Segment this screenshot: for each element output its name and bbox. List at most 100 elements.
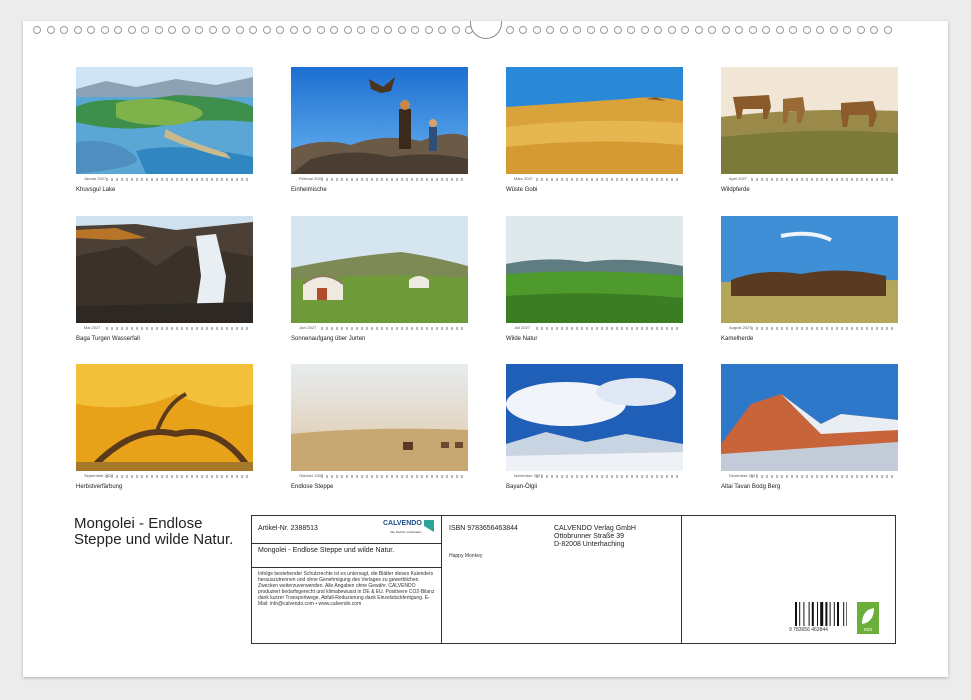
binding-ring	[708, 26, 716, 34]
binding-ring	[73, 26, 82, 34]
binding-ring	[127, 26, 136, 34]
binding-ring	[249, 26, 257, 34]
month-name: Mai 2027	[84, 325, 101, 330]
binding-ring	[208, 26, 217, 34]
calvendo-tagline: Alle Rechte vorbehalten	[390, 530, 422, 534]
month-cell-jun: Juni 2027 Sonnenaufgang über Jurten	[291, 216, 468, 342]
binding-ring	[546, 26, 554, 34]
photo-caption: Wilde Natur	[506, 336, 538, 342]
publisher-city: D-82008 Unterhaching	[554, 541, 625, 548]
month-cell-aug: August 2027 Kamelherde	[721, 216, 898, 342]
binding-ring	[316, 26, 325, 34]
binding-ring	[856, 26, 865, 34]
month-cell-apr: April 2027 Wildpferde	[721, 67, 898, 193]
month-name: März 2027	[514, 176, 533, 181]
month-cell-nov: November 2027 Bayan-Ölgii	[506, 364, 683, 490]
binding-ring	[235, 26, 244, 34]
binding-ring	[694, 26, 703, 34]
binding-ring	[627, 26, 635, 34]
month-name: Juni 2027	[299, 325, 317, 330]
month-cell-may: Mai 2027 Baga Turgen Wasserfall	[76, 216, 253, 342]
publisher-name: CALVENDO Verlag GmbH	[554, 525, 636, 532]
calvendo-logo-mark	[424, 520, 434, 532]
isbn: ISBN 9783656463844	[449, 525, 518, 532]
binding-ring	[519, 26, 527, 34]
month-cell-oct: Oktober 2027 Endlose Steppe	[291, 364, 468, 490]
binding-ring	[667, 26, 676, 34]
month-cell-jul: Juli 2027 Wilde Natur	[506, 216, 683, 342]
photo-caption: Einheimische	[291, 187, 327, 193]
photo-caption: Wildpferde	[721, 187, 750, 193]
photo-bayan-oelgii	[506, 364, 683, 471]
binding-ring	[870, 26, 878, 34]
publisher-street: Ottobrunner Straße 39	[554, 533, 625, 540]
binding-ring	[762, 26, 770, 34]
eco-leaf-icon: eco	[857, 602, 879, 634]
binding-ring	[586, 26, 595, 34]
photo-caption: Altai Tavan Bodg Berg	[721, 484, 781, 490]
month-cell-mar: März 2027 Wüste Gobi	[506, 67, 683, 193]
binding-ring	[721, 26, 730, 34]
photo-caption: Sonnenaufgang über Jurten	[291, 336, 366, 342]
binding-ring	[276, 26, 284, 34]
binding-ring	[573, 26, 581, 34]
photo-caption: Baga Turgen Wasserfall	[76, 336, 140, 342]
photo-caption: Herbstverfärbung	[76, 484, 123, 490]
photo-caption: Bayan-Ölgii	[506, 484, 538, 490]
binding-ring	[303, 26, 311, 34]
legal-text: Infolge bestehender Schutzrechte ist es …	[258, 571, 435, 607]
binding-ring	[154, 26, 163, 34]
binding-ring	[532, 26, 541, 34]
photo-kamelherde	[721, 216, 898, 323]
product-title: Mongolei - Endlose Steppe und wilde Natu…	[258, 547, 395, 554]
binding-ring	[640, 26, 649, 34]
binding-ring	[654, 26, 662, 34]
binding-ring	[802, 26, 811, 34]
binding-ring	[289, 26, 298, 34]
calendar-title: Mongolei - Endlose Steppe und wilde Natu…	[74, 515, 234, 548]
photo-caption: Kamelherde	[721, 336, 754, 342]
photo-wilde-natur	[506, 216, 683, 323]
photo-caption: Endlose Steppe	[291, 484, 334, 490]
binding-ring	[330, 26, 338, 34]
month-cell-feb: Februar 2027 Einheimische	[291, 67, 468, 193]
binding-ring	[424, 26, 433, 34]
binding-ring	[397, 26, 406, 34]
month-cell-jan: Januar 2027 Khuvsgul Lake	[76, 67, 253, 193]
photo-einheimische	[291, 67, 468, 174]
month-cell-sep: September 2027 Herbstverfärbung	[76, 364, 253, 490]
binding-ring	[451, 26, 460, 34]
binding-ring	[775, 26, 784, 34]
photo-caption: Wüste Gobi	[506, 187, 538, 193]
binding-ring	[816, 26, 824, 34]
author: Happy Monkey	[449, 553, 483, 559]
binding-ring	[411, 26, 419, 34]
binding-ring	[33, 26, 41, 34]
photo-wueste-gobi	[506, 67, 683, 174]
barcode-number: 9 783656 463844	[789, 627, 828, 633]
month-name: August 2027	[729, 325, 752, 330]
binding-ring	[141, 26, 149, 34]
binding-ring	[559, 26, 568, 34]
binding-ring	[343, 26, 352, 34]
photo-endlose-steppe	[291, 364, 468, 471]
photo-herbstverfaerbung	[76, 364, 253, 471]
binding-ring	[735, 26, 743, 34]
binding-ring	[168, 26, 176, 34]
month-name: Oktober 2027	[299, 473, 324, 478]
binding-ring	[829, 26, 838, 34]
month-name: April 2027	[729, 176, 748, 181]
binding-ring	[46, 26, 55, 34]
binding-ring	[681, 26, 689, 34]
binding-ring	[600, 26, 608, 34]
binding-ring	[384, 26, 392, 34]
calvendo-logo: CALVENDO	[383, 520, 422, 527]
binding-ring	[222, 26, 230, 34]
binding-ring	[789, 26, 797, 34]
photo-khuvsgul-lake	[76, 67, 253, 174]
binding-ring	[262, 26, 271, 34]
month-cell-dec: Dezember 2027 Altai Tavan Bodg Berg	[721, 364, 898, 490]
binding-ring	[438, 26, 446, 34]
binding-ring	[357, 26, 365, 34]
month-name: Juli 2027	[514, 325, 531, 330]
